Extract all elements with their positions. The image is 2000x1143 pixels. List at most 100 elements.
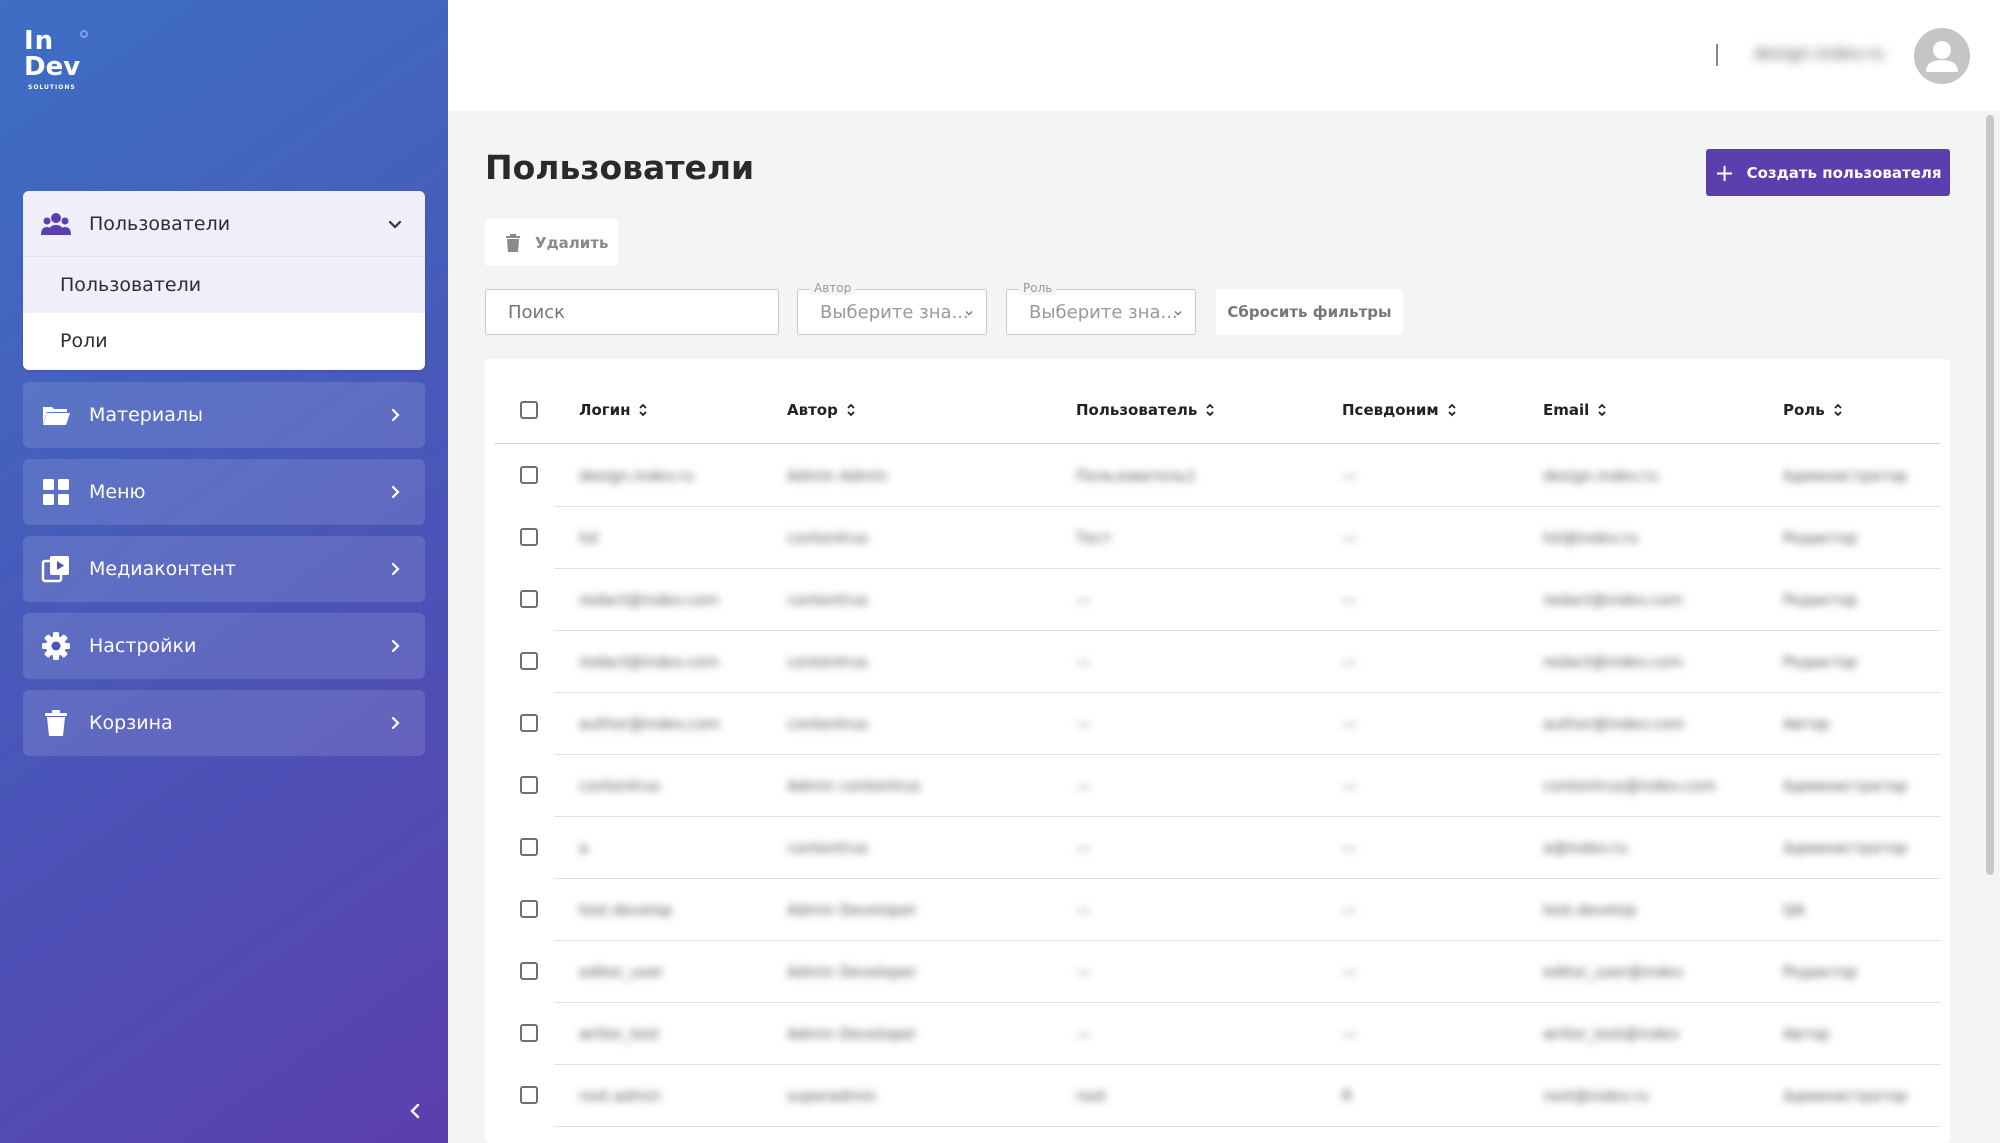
row-checkbox[interactable]: [520, 962, 538, 980]
sidebar-group-users-label: Пользователи: [89, 212, 231, 235]
table-cell: Редактор: [1783, 963, 1858, 981]
table-cell: tst@indev.ru: [1543, 529, 1639, 547]
collapse-sidebar-icon[interactable]: [404, 1100, 426, 1122]
logo-dot: [80, 30, 88, 38]
table-cell: Администратор: [1783, 777, 1908, 795]
author-filter-select[interactable]: Автор Выберите зна...: [797, 281, 987, 335]
users-icon: [41, 212, 71, 235]
table-row[interactable]: contentrus Admin contentrus — — contentrus@i…: [494, 755, 1941, 817]
gear-icon: [42, 632, 70, 660]
sidebar-group-users-header[interactable]: Пользователи: [23, 191, 425, 257]
sidebar-item-materials[interactable]: Материалы: [23, 382, 425, 448]
row-checkbox[interactable]: [520, 590, 538, 608]
role-filter-select[interactable]: Роль Выберите зна...: [1006, 281, 1196, 335]
sidebar-subitem-users[interactable]: Пользователи: [23, 257, 425, 313]
chevron-down-icon: [1174, 311, 1182, 316]
table-header: Логин Автор Пользователь Псевдоним Email…: [494, 359, 1941, 444]
table-cell: writer_test@indev: [1543, 1025, 1680, 1043]
table-cell: root.admin: [579, 1087, 661, 1105]
row-checkbox[interactable]: [520, 900, 538, 918]
chevron-right-icon: [391, 562, 400, 576]
table-cell: editor_user: [579, 963, 664, 981]
table-cell: Admin Developer: [787, 963, 917, 981]
chevron-right-icon: [391, 408, 400, 422]
table-cell: Администратор: [1783, 1087, 1908, 1105]
chevron-down-icon: [388, 220, 402, 229]
column-header-alias[interactable]: Псевдоним: [1342, 401, 1457, 419]
row-checkbox[interactable]: [520, 776, 538, 794]
column-header-author[interactable]: Автор: [787, 401, 856, 419]
row-checkbox[interactable]: [520, 1024, 538, 1042]
table-row[interactable]: redact@indev.com contentrus — — redact@indev…: [494, 631, 1941, 693]
table-row[interactable]: writer_test Admin Developer — — writer_test@…: [494, 1003, 1941, 1065]
table-cell: —: [1342, 901, 1357, 919]
app-logo[interactable]: In Dev SOLUTIONS: [24, 28, 94, 98]
table-cell: contentrus: [787, 653, 868, 671]
table-cell: —: [1342, 653, 1357, 671]
table-cell: test.develop: [1543, 901, 1637, 919]
plus-icon: +: [1714, 158, 1735, 187]
user-icon: [1926, 41, 1958, 72]
page-scrollbar[interactable]: [1986, 115, 1994, 875]
column-header-user[interactable]: Пользователь: [1076, 401, 1215, 419]
table-cell: Редактор: [1783, 529, 1858, 547]
table-cell: contentrus: [787, 839, 868, 857]
sidebar-subitem-roles[interactable]: Роли: [23, 313, 425, 369]
table-row[interactable]: a contentrus — — a@indev.ru Администратор: [494, 817, 1941, 879]
author-filter-legend: Автор: [810, 281, 856, 295]
page-title: Пользователи: [485, 148, 755, 187]
delete-button[interactable]: Удалить: [485, 219, 618, 266]
logo-line3: SOLUTIONS: [28, 84, 76, 91]
avatar[interactable]: [1914, 28, 1970, 84]
table-cell: —: [1076, 777, 1091, 795]
table-cell: contentrus: [579, 777, 660, 795]
search-input[interactable]: [485, 289, 779, 335]
table-cell: superadmin: [787, 1087, 877, 1105]
sidebar-item-settings[interactable]: Настройки: [23, 613, 425, 679]
table-cell: Admin Developer: [787, 1025, 917, 1043]
table-row[interactable]: author@indev.com contentrus — — author@indev…: [494, 693, 1941, 755]
table-cell: Пользователь1: [1076, 467, 1197, 485]
table-cell: writer_test: [579, 1025, 660, 1043]
sort-icon: [1598, 403, 1606, 417]
row-checkbox[interactable]: [520, 652, 538, 670]
row-checkbox[interactable]: [520, 466, 538, 484]
sidebar-item-label: Материалы: [89, 404, 203, 426]
author-filter-value: Выберите зна...: [820, 302, 969, 323]
sidebar-item-menu[interactable]: Меню: [23, 459, 425, 525]
row-checkbox[interactable]: [520, 714, 538, 732]
table-cell: root: [1076, 1087, 1107, 1105]
sidebar-item-trash[interactable]: Корзина: [23, 690, 425, 756]
column-header-label: Пользователь: [1076, 401, 1198, 419]
column-header-label: Email: [1543, 401, 1590, 419]
column-header-login[interactable]: Логин: [579, 401, 648, 419]
table-row[interactable]: tst contentrus Тест — tst@indev.ru Редактор: [494, 507, 1941, 569]
create-user-button-label: Создать пользователя: [1746, 163, 1942, 182]
sidebar-item-media[interactable]: Медиаконтент: [23, 536, 425, 602]
table-row[interactable]: editor_user Admin Developer — — editor_user@…: [494, 941, 1941, 1003]
table-row[interactable]: design.indev.ru Admin Admin Пользователь1 —…: [494, 445, 1941, 507]
chevron-right-icon: [391, 639, 400, 653]
row-checkbox[interactable]: [520, 528, 538, 546]
chevron-down-icon: [965, 311, 973, 316]
row-checkbox[interactable]: [520, 1086, 538, 1104]
table-cell: —: [1076, 963, 1091, 981]
media-icon: [41, 556, 69, 583]
reset-filters-button[interactable]: Сбросить фильтры: [1216, 289, 1403, 335]
row-checkbox[interactable]: [520, 838, 538, 856]
username[interactable]: design.indev.ru: [1754, 44, 1884, 66]
table-row[interactable]: root.admin superadmin root Rroot@indev.ru Ад…: [494, 1065, 1941, 1127]
table-cell: —: [1342, 1025, 1357, 1043]
column-header-email[interactable]: Email: [1543, 401, 1607, 419]
sort-icon: [1834, 403, 1842, 417]
table-cell: author@indev.com: [1543, 715, 1685, 733]
column-header-role[interactable]: Роль: [1783, 401, 1843, 419]
select-all-checkbox[interactable]: [520, 401, 538, 419]
table-cell: —: [1076, 715, 1091, 733]
table-row[interactable]: test.develop Admin Developer — — test.develo…: [494, 879, 1941, 941]
logo-line2: Dev: [24, 52, 81, 82]
trash-icon: [45, 710, 67, 736]
table-row[interactable]: redact@indev.com contentrus — — redact@indev…: [494, 569, 1941, 631]
create-user-button[interactable]: + Создать пользователя: [1706, 149, 1950, 196]
table-cell: design.indev.ru: [579, 467, 695, 485]
